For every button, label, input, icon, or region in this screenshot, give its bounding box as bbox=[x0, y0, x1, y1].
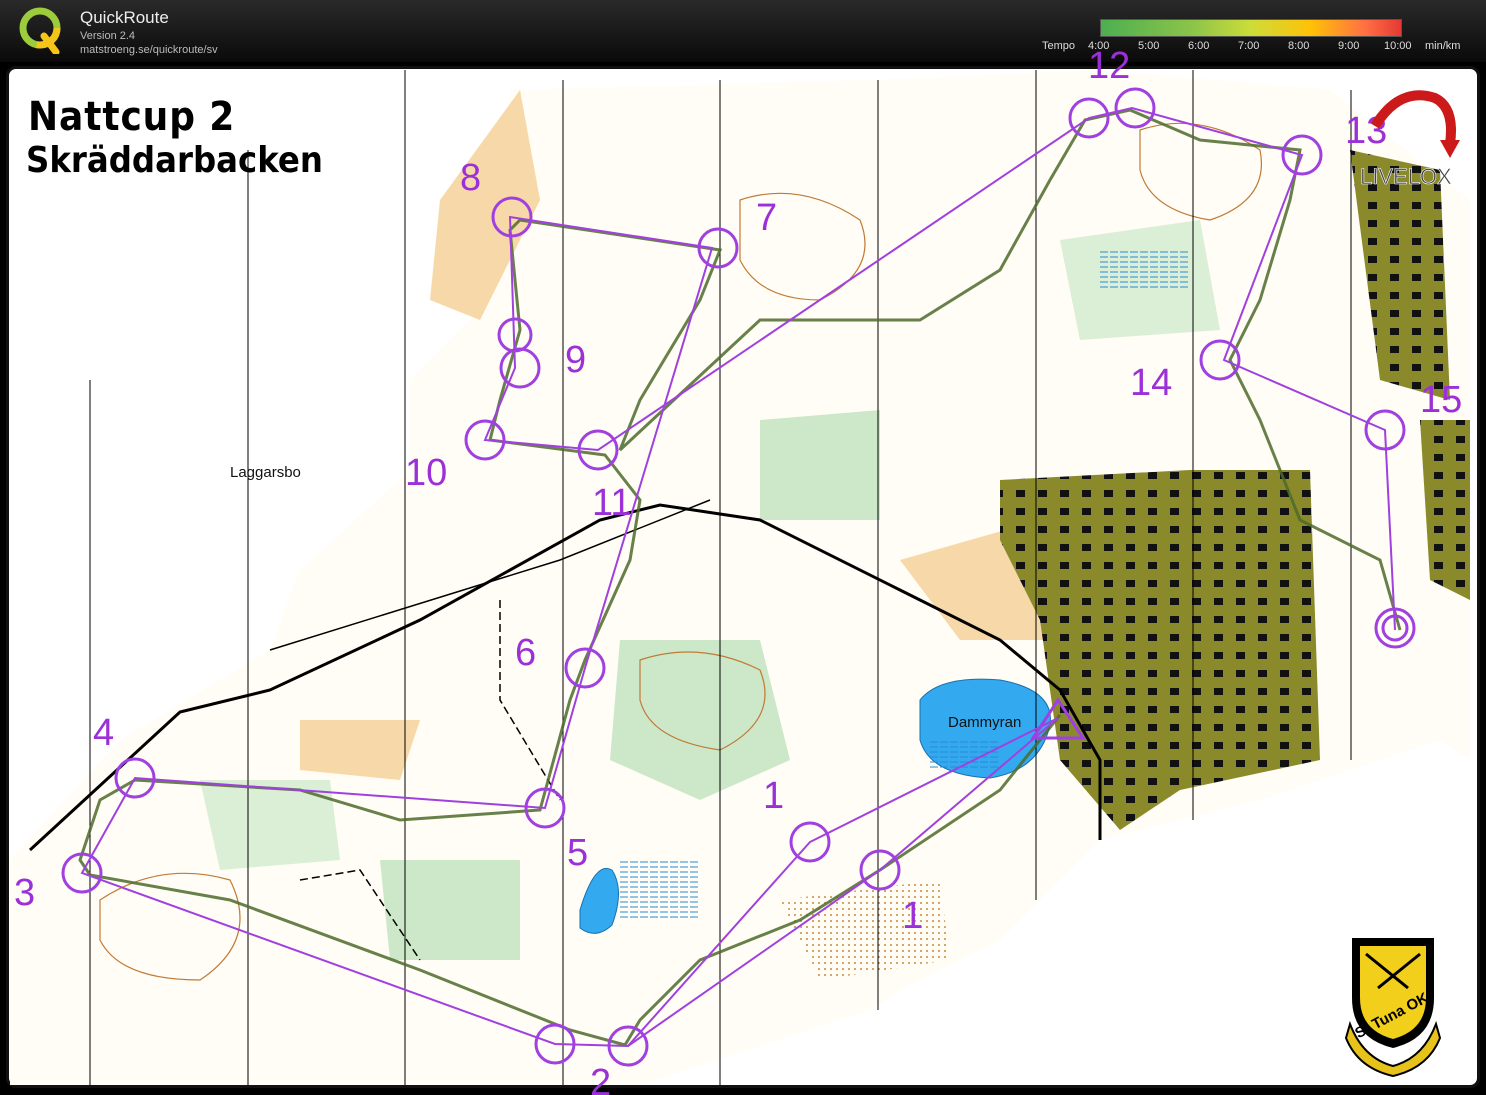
marsh bbox=[1100, 250, 1190, 290]
control-number-11: 11 bbox=[592, 482, 631, 524]
control-number-7: 7 bbox=[756, 197, 777, 239]
map-title: Nattcup 2 bbox=[28, 94, 236, 140]
vegetation bbox=[200, 780, 340, 870]
control-number-4: 4 bbox=[93, 712, 114, 754]
control-number-2: 2 bbox=[590, 1062, 611, 1095]
control-number-1: 1 bbox=[763, 775, 784, 817]
control-number-3: 3 bbox=[14, 872, 35, 914]
livelox-logo-icon: LIVELOX bbox=[1360, 90, 1460, 186]
open-land bbox=[300, 720, 420, 780]
control-number-9: 9 bbox=[565, 339, 586, 381]
control-number-12: 12 bbox=[1088, 45, 1130, 87]
st-tuna-ok-club-logo: St Tuna OK bbox=[1344, 938, 1442, 1078]
control-number-6: 6 bbox=[515, 632, 536, 674]
place-laggarsbo: Laggarsbo bbox=[230, 464, 301, 481]
control-number-14: 14 bbox=[1130, 362, 1172, 404]
livelox-wordmark: LIVELOX bbox=[1360, 164, 1452, 186]
control-number-8: 8 bbox=[460, 157, 481, 199]
control-number-finish: 1 bbox=[902, 895, 923, 937]
vegetation bbox=[380, 860, 520, 960]
control-number-10: 10 bbox=[405, 452, 447, 494]
vegetation bbox=[760, 410, 880, 520]
marsh bbox=[620, 860, 700, 920]
control-number-5: 5 bbox=[567, 832, 588, 874]
control-number-15: 15 bbox=[1420, 379, 1462, 421]
place-dammyran: Dammyran bbox=[948, 714, 1021, 731]
map-subtitle: Skräddarbacken bbox=[26, 140, 323, 181]
